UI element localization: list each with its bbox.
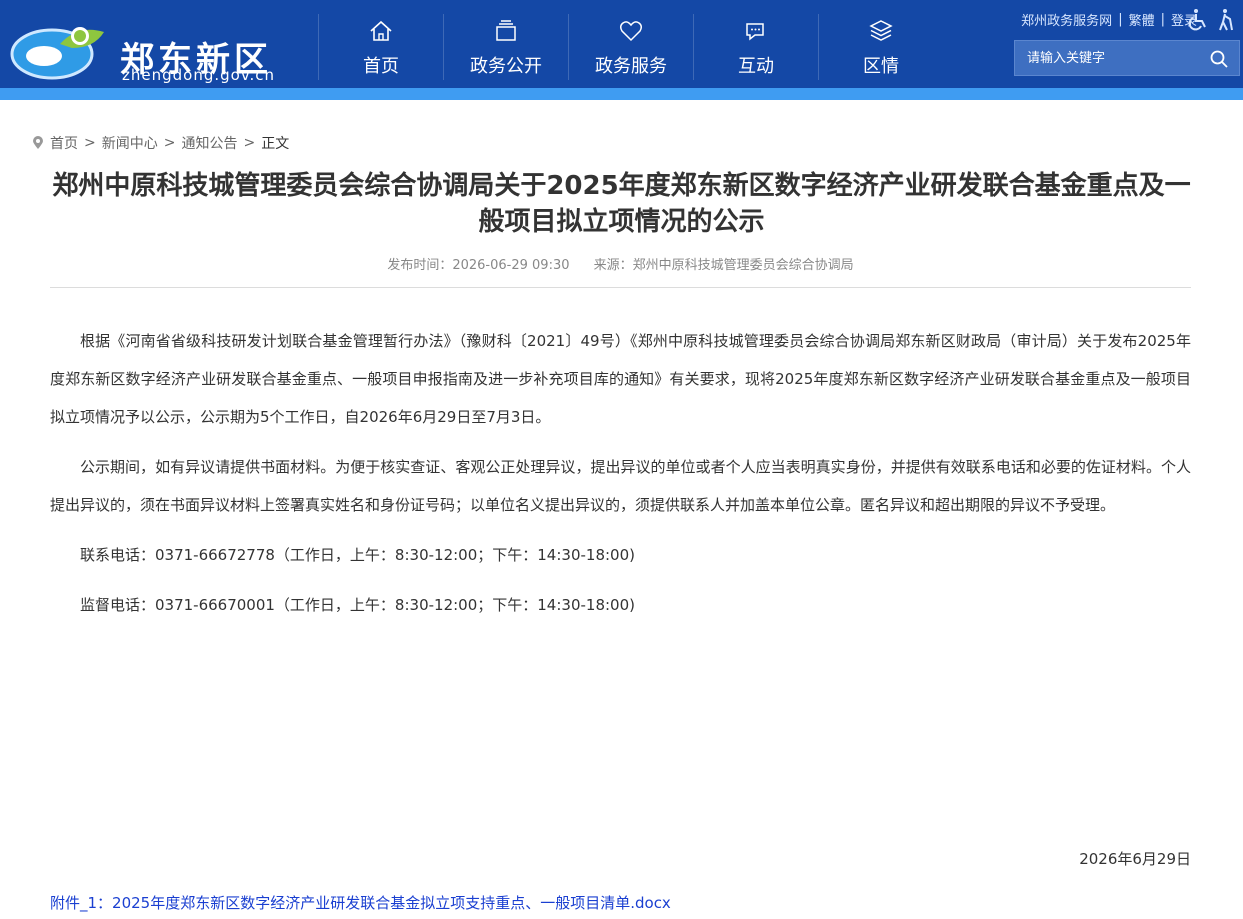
nav-label: 区情 bbox=[863, 56, 899, 77]
nav-item-gov-service[interactable]: 政务服务 bbox=[568, 14, 693, 80]
breadcrumb-separator: > bbox=[163, 135, 176, 151]
breadcrumb-separator: > bbox=[84, 135, 96, 151]
supervision-phone: 监督电话：0371-66670001（工作日，上午：8:30-12:00；下午：… bbox=[80, 596, 635, 614]
breadcrumb-news[interactable]: 新闻中心 bbox=[102, 133, 158, 153]
breadcrumb: 首页 > 新闻中心 > 通知公告 > 正文 bbox=[32, 133, 289, 153]
site-header: 郑东新区 zhengdong.gov.cn 首页 政务公开 政务服务 互动 区情… bbox=[0, 0, 1243, 88]
header-stripe bbox=[0, 88, 1243, 100]
separator: | bbox=[1118, 12, 1123, 27]
main-nav: 首页 政务公开 政务服务 互动 区情 bbox=[318, 14, 943, 80]
article-body: 根据《河南省省级科技研发计划联合基金管理暂行办法》（豫财科〔2021〕49号）《… bbox=[50, 322, 1191, 636]
nav-item-gov-open[interactable]: 政务公开 bbox=[443, 14, 568, 80]
search-icon[interactable] bbox=[1209, 49, 1229, 69]
nav-label: 政务服务 bbox=[595, 56, 667, 77]
title-divider bbox=[50, 287, 1191, 288]
search-box bbox=[1014, 40, 1240, 76]
logo-text-en: zhengdong.gov.cn bbox=[122, 66, 276, 84]
nav-item-home[interactable]: 首页 bbox=[318, 14, 443, 80]
heart-icon bbox=[619, 21, 643, 42]
article-paragraph: 根据《河南省省级科技研发计划联合基金管理暂行办法》（豫财科〔2021〕49号）《… bbox=[50, 332, 1191, 426]
nav-label: 互动 bbox=[738, 56, 774, 77]
breadcrumb-separator: > bbox=[243, 135, 256, 151]
breadcrumb-notice[interactable]: 通知公告 bbox=[181, 133, 237, 153]
elderly-mode-icon[interactable] bbox=[1215, 8, 1237, 32]
article-paragraph: 公示期间，如有异议请提供书面材料。为便于核实查证、客观公正处理异议，提出异议的单… bbox=[50, 458, 1191, 514]
breadcrumb-current: 正文 bbox=[261, 136, 290, 152]
separator: | bbox=[1160, 12, 1165, 27]
nav-label: 政务公开 bbox=[470, 56, 542, 77]
location-pin-icon bbox=[33, 136, 43, 149]
nav-label: 首页 bbox=[363, 56, 399, 77]
wheelchair-icon[interactable] bbox=[1187, 8, 1209, 32]
article-source: 来源：郑州中原科技城管理委员会综合协调局 bbox=[593, 258, 854, 273]
article-title: 郑州中原科技城管理委员会综合协调局关于2025年度郑东新区数字经济产业研发联合基… bbox=[52, 171, 1191, 237]
link-service-portal[interactable]: 郑州政务服务网 bbox=[1021, 10, 1112, 29]
article-date-sign: 2026年6月29日 bbox=[1079, 850, 1191, 868]
publish-time: 发布时间：2026-06-29 09:30 bbox=[387, 258, 570, 273]
top-links: 郑州政务服务网 | 繁體 | 登录 bbox=[1021, 10, 1197, 29]
nav-item-interaction[interactable]: 互动 bbox=[693, 14, 818, 80]
logo-emblem-icon bbox=[10, 27, 104, 80]
contact-phone: 联系电话：0371-66672778（工作日，上午：8:30-12:00；下午：… bbox=[80, 546, 635, 564]
home-icon bbox=[370, 20, 392, 41]
document-stack-icon bbox=[496, 20, 516, 41]
nav-item-district-info[interactable]: 区情 bbox=[818, 14, 943, 80]
layers-icon bbox=[869, 20, 893, 41]
site-logo[interactable]: 郑东新区 zhengdong.gov.cn bbox=[8, 12, 308, 84]
breadcrumb-home[interactable]: 首页 bbox=[50, 133, 78, 153]
attachment-link[interactable]: 附件_1：2025年度郑东新区数字经济产业研发联合基金拟立项支持重点、一般项目清… bbox=[50, 892, 671, 913]
article-meta: 发布时间：2026-06-29 09:30 来源：郑州中原科技城管理委员会综合协… bbox=[50, 254, 1191, 273]
accessibility-tools bbox=[1187, 8, 1237, 32]
chat-icon bbox=[746, 23, 764, 41]
link-traditional-chinese[interactable]: 繁體 bbox=[1129, 10, 1155, 29]
search-input[interactable] bbox=[1015, 41, 1205, 75]
